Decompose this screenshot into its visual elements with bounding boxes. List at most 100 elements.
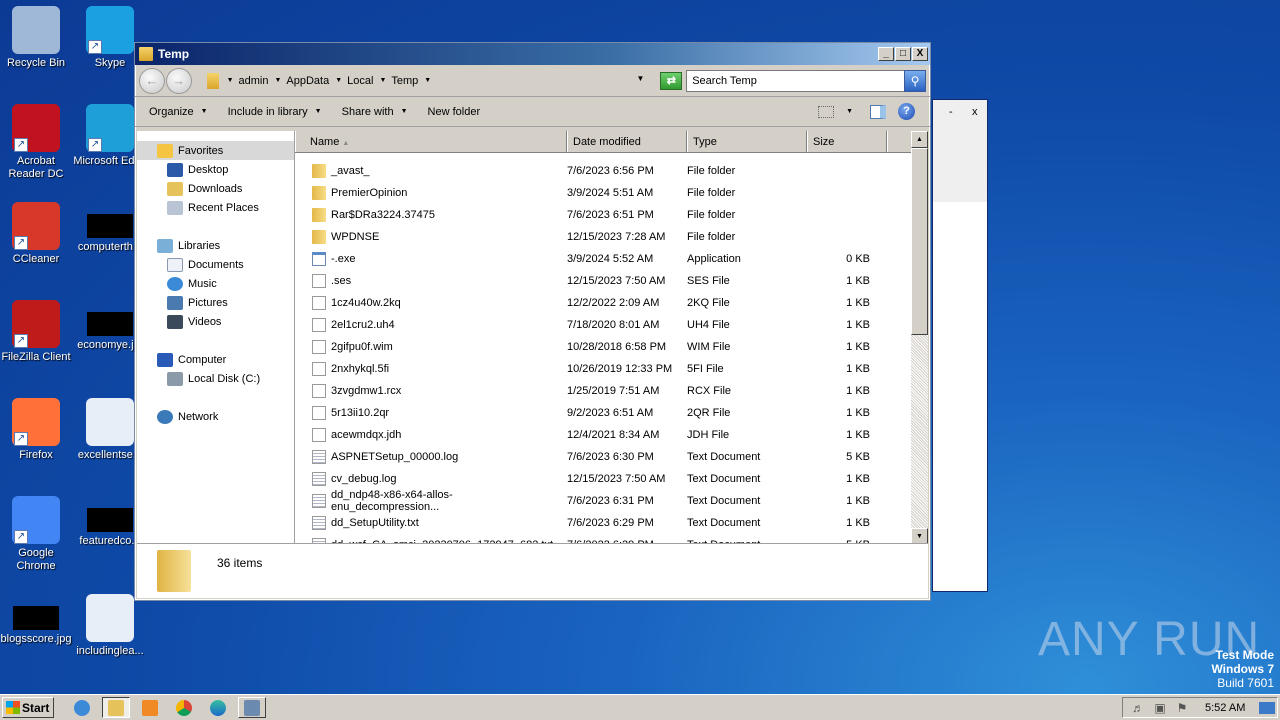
chevron-down-icon[interactable]: ▼	[274, 77, 281, 84]
taskbar-chrome[interactable]	[170, 697, 198, 718]
file-row[interactable]: 1cz4u40w.2kq 12/2/2022 2:09 AM 2KQ File 1 K…	[295, 292, 928, 314]
file-size: 1 KB	[846, 297, 870, 309]
share-with-button[interactable]: Share with ▼	[342, 106, 408, 118]
nav-desktop[interactable]: Desktop	[137, 160, 294, 179]
background-window-close-button[interactable]: x	[972, 106, 978, 118]
breadcrumb-admin[interactable]: admin	[239, 75, 269, 87]
column-header-type[interactable]: Type	[687, 131, 807, 152]
taskbar-network-app[interactable]	[238, 697, 266, 718]
file-size: 1 KB	[846, 341, 870, 353]
refresh-button[interactable]: ⇄	[660, 71, 683, 90]
taskbar-media-player[interactable]	[136, 697, 164, 718]
file-row[interactable]: 3zvgdmw1.rcx 1/25/2019 7:51 AM RCX File 1 K…	[295, 380, 928, 402]
show-desktop-icon[interactable]	[1259, 701, 1276, 714]
include-in-library-button[interactable]: Include in library ▼	[228, 106, 322, 118]
action-center-flag-icon[interactable]: ⚑	[1175, 701, 1189, 715]
nav-computer[interactable]: Computer	[137, 350, 294, 369]
taskbar-internet-explorer[interactable]	[68, 697, 96, 718]
file-row[interactable]: dd_ndp48-x86-x64-allos-enu_decompression…	[295, 489, 928, 513]
desktop-icon-redacted[interactable]: blogsscore.jpg	[0, 594, 74, 646]
vertical-scrollbar[interactable]: ▲ ▼	[911, 131, 928, 545]
minimize-button[interactable]: _	[878, 47, 894, 61]
taskbar-file-explorer[interactable]	[102, 697, 130, 718]
taskbar-edge[interactable]	[204, 697, 232, 718]
column-header-size[interactable]: Size	[807, 131, 887, 152]
breadcrumb-local[interactable]: Local	[347, 75, 373, 87]
back-button[interactable]: ←	[139, 67, 165, 94]
file-row[interactable]: _avast_ 7/6/2023 6:56 PM File folder	[295, 160, 928, 182]
network-icon[interactable]: ▣	[1153, 701, 1167, 715]
title-bar[interactable]: Temp _ □ X	[135, 43, 930, 65]
nav-pictures[interactable]: Pictures	[137, 293, 294, 312]
help-icon[interactable]: ?	[898, 103, 915, 120]
file-name: 3zvgdmw1.rcx	[331, 385, 402, 397]
forward-button[interactable]: →	[165, 67, 192, 94]
file-row[interactable]: -.exe 3/9/2024 5:52 AM Application 0 KB	[295, 248, 928, 270]
nav-favorites[interactable]: Favorites	[137, 141, 294, 160]
file-row[interactable]: ASPNETSetup_00000.log 7/6/2023 6:30 PM Tex…	[295, 446, 928, 468]
desktop-icon-chrome[interactable]: ↗ Google Chrome	[0, 496, 74, 573]
file-row[interactable]: acewmdqx.jdh 12/4/2021 8:34 AM JDH File 1 K…	[295, 424, 928, 446]
file-type: Text Document	[687, 517, 761, 529]
clock[interactable]: 5:52 AM	[1205, 702, 1245, 714]
file-icon	[312, 362, 326, 376]
file-row[interactable]: .ses 12/15/2023 7:50 AM SES File 1 KB	[295, 270, 928, 292]
preview-pane-icon[interactable]	[870, 104, 886, 119]
file-row[interactable]: 2el1cru2.uh4 7/18/2020 8:01 AM UH4 File 1 K…	[295, 314, 928, 336]
address-history-dropdown[interactable]: ▼	[636, 74, 644, 83]
nav-documents[interactable]: Documents	[137, 255, 294, 274]
file-row[interactable]: 2gifpu0f.wim 10/28/2018 6:58 PM WIM File 1 …	[295, 336, 928, 358]
breadcrumb-temp[interactable]: Temp	[391, 75, 418, 87]
desktop-icon-firefox[interactable]: ↗ Firefox	[0, 398, 74, 462]
background-window-minimize-button[interactable]: -	[949, 106, 953, 118]
file-list: Name ▲ Date modified Type Size _avast_ 7/…	[295, 131, 928, 545]
column-header-extra[interactable]	[887, 131, 913, 152]
desktop-icon-recycle-bin[interactable]: Recycle Bin	[0, 6, 74, 70]
chevron-down-icon[interactable]: ▼	[424, 77, 431, 84]
file-name: -.exe	[331, 253, 356, 265]
scroll-thumb[interactable]	[911, 148, 928, 335]
close-button[interactable]: X	[912, 47, 928, 61]
maximize-button[interactable]: □	[895, 47, 911, 61]
file-type: Text Document	[687, 473, 761, 485]
chevron-down-icon[interactable]: ▼	[379, 77, 386, 84]
column-header-name[interactable]: Name ▲	[295, 131, 567, 152]
chevron-down-icon[interactable]: ▼	[227, 77, 234, 84]
search-icon[interactable]: ⚲	[904, 69, 927, 92]
nav-downloads[interactable]: Downloads	[137, 179, 294, 198]
nav-libraries[interactable]: Libraries	[137, 236, 294, 255]
background-window[interactable]: - x	[932, 99, 988, 592]
item-count: 36 items	[217, 556, 263, 570]
file-row[interactable]: Rar$DRa3224.37475 7/6/2023 6:51 PM File fo…	[295, 204, 928, 226]
desktop-icon-acrobat[interactable]: ↗ Acrobat Reader DC	[0, 104, 74, 181]
file-row[interactable]: WPDNSE 12/15/2023 7:28 AM File folder	[295, 226, 928, 248]
file-type: SES File	[687, 275, 730, 287]
nav-recent-places[interactable]: Recent Places	[137, 198, 294, 217]
column-header-date[interactable]: Date modified	[567, 131, 687, 152]
nav-local-disk[interactable]: Local Disk (C:)	[137, 369, 294, 388]
scroll-up-button[interactable]: ▲	[911, 131, 928, 148]
file-row[interactable]: PremierOpinion 3/9/2024 5:51 AM File folde…	[295, 182, 928, 204]
new-folder-button[interactable]: New folder	[428, 106, 481, 118]
search-input[interactable]: Search Temp	[686, 69, 905, 92]
file-row[interactable]: 5r13ii10.2qr 9/2/2023 6:51 AM 2QR File 1 KB	[295, 402, 928, 424]
desktop-icon-filezilla[interactable]: ↗ FileZilla Client	[0, 300, 74, 364]
breadcrumb-appdata[interactable]: AppData	[286, 75, 329, 87]
start-button[interactable]: Start	[2, 697, 54, 718]
chevron-down-icon[interactable]: ▼	[335, 77, 342, 84]
nav-network[interactable]: Network	[137, 407, 294, 426]
file-row[interactable]: cv_debug.log 12/15/2023 7:50 AM Text Docum…	[295, 468, 928, 490]
volume-icon[interactable]: ♬	[1131, 701, 1145, 715]
desktop-icon-word-doc[interactable]: includinglea...	[72, 594, 148, 658]
file-row[interactable]: 2nxhykql.5fi 10/26/2019 12:33 PM 5FI File 1…	[295, 358, 928, 380]
organize-button[interactable]: Organize ▼	[149, 106, 208, 118]
local-disk-icon	[167, 371, 183, 386]
nav-videos[interactable]: Videos	[137, 312, 294, 331]
nav-music[interactable]: Music	[137, 274, 294, 293]
address-bar[interactable]: ▼ admin ▼ AppData ▼ Local ▼ Temp ▼ ▼	[206, 69, 644, 92]
file-date: 12/15/2023 7:28 AM	[567, 231, 666, 243]
chevron-down-icon[interactable]: ▼	[846, 108, 853, 115]
change-view-icon[interactable]	[818, 105, 835, 118]
file-row[interactable]: dd_SetupUtility.txt 7/6/2023 6:29 PM Text …	[295, 512, 928, 534]
desktop-icon-ccleaner[interactable]: ↗ CCleaner	[0, 202, 74, 266]
